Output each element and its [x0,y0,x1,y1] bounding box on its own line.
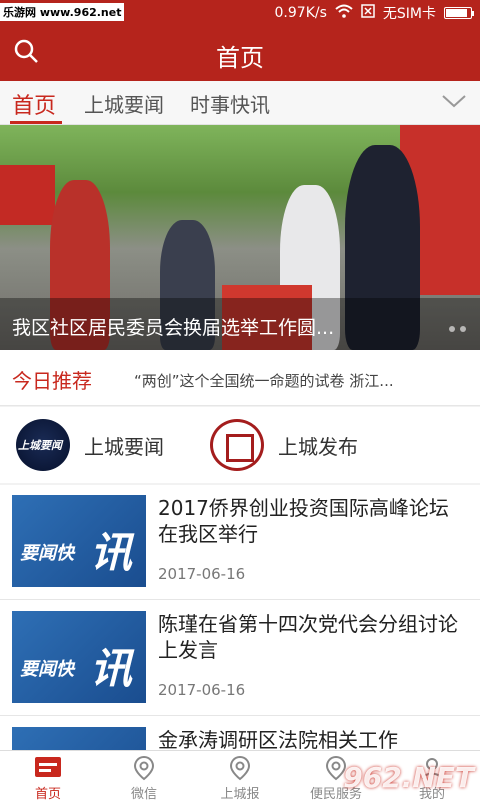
location-pin-icon [229,755,251,781]
sim-icon [361,4,375,22]
recommend-text[interactable]: “两创”这个全国统一命题的试卷 浙江... [134,370,450,391]
carousel-dot [460,326,466,332]
channel-row: 上城要闻 上城要闻 上城发布 [0,407,480,483]
list-item[interactable]: 要闻快 讯 陈瑾在省第十四次党代会分组讨论上发言 2017-06-16 [0,601,480,716]
status-bar: 乐游网 www.962.net 0.97K/s 无SIM卡 [0,0,480,25]
list-item[interactable]: 金承涛调研区法院相关工作 [0,717,480,750]
channel-logo: 上城要闻 [16,419,70,471]
thumbnail-text: 讯 [90,528,133,577]
news-headline: 金承涛调研区法院相关工作 [158,728,398,750]
tab-indicator [10,121,62,124]
recommend-label: 今日推荐 [12,369,92,393]
thumbnail-text: 讯 [90,644,133,693]
nav-label: 微信 [130,787,157,800]
chevron-down-icon[interactable] [440,91,468,111]
tab-shangcheng-news[interactable]: 上城要闻 [84,89,164,118]
channel-logo-text: 上城要闻 [18,439,62,452]
banner-image-detail [0,165,55,225]
channel-name: 上城要闻 [84,434,164,459]
list-item[interactable]: 要闻快 讯 2017侨界创业投资国际高峰论坛在我区举行 2017-06-16 [0,485,480,600]
news-list: 要闻快 讯 2017侨界创业投资国际高峰论坛在我区举行 2017-06-16 要… [0,485,480,750]
news-thumbnail [12,727,146,750]
banner-carousel[interactable]: 我区社区居民委员会换届选举工作圆... [0,125,480,350]
battery-icon [444,7,474,19]
thumbnail-text: 要闻快 [20,543,74,564]
tab-current-affairs[interactable]: 时事快讯 [190,89,270,118]
tab-bar: 首页 上城要闻 时事快讯 [0,81,480,125]
bottom-nav: 首页 微信 上城报 便民服务 我的 962.NET [0,750,480,800]
news-headline: 2017侨界创业投资国际高峰论坛在我区举行 [158,496,449,546]
nav-label: 首页 [34,787,61,800]
channel-name: 上城发布 [278,434,358,459]
watermark-logo: 962.NET [343,761,474,794]
news-date: 2017-06-16 [158,565,246,583]
home-icon [35,757,61,777]
app-bar: 首页 [0,25,480,81]
banner-caption[interactable]: 我区社区居民委员会换届选举工作圆... [12,313,410,340]
news-thumbnail: 要闻快 讯 [12,495,146,587]
location-pin-icon [133,755,155,781]
channel-shangcheng-news[interactable]: 上城要闻 上城要闻 [16,419,164,471]
carousel-indicator [449,326,466,332]
nav-wechat[interactable]: 微信 [96,755,192,800]
news-date: 2017-06-16 [158,681,246,699]
thumbnail-text: 要闻快 [20,659,74,680]
watermark-label: 乐游网 www.962.net [0,3,125,21]
news-thumbnail: 要闻快 讯 [12,611,146,703]
page-title: 首页 [216,44,264,72]
tab-home[interactable]: 首页 [12,88,56,120]
recommend-bar[interactable]: 今日推荐 “两创”这个全国统一命题的试卷 浙江... [0,350,480,406]
seal-icon [210,419,264,471]
carousel-dot [449,326,455,332]
news-headline: 陈瑾在省第十四次党代会分组讨论上发言 [158,612,458,662]
sim-status: 无SIM卡 [382,6,436,22]
network-speed: 0.97K/s [274,5,327,21]
nav-newspaper[interactable]: 上城报 [192,755,288,800]
nav-home[interactable]: 首页 [0,755,96,800]
wifi-icon [335,4,353,22]
channel-shangcheng-release[interactable]: 上城发布 [210,419,358,471]
nav-label: 上城报 [220,787,260,800]
